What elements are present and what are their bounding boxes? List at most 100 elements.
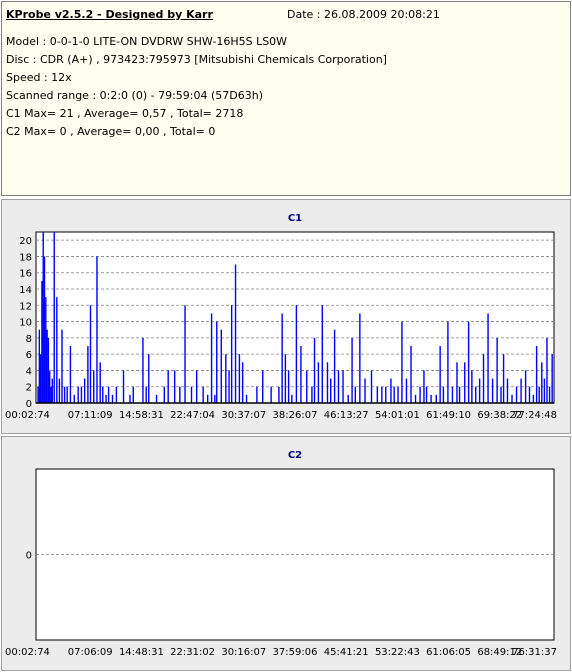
c-bar bbox=[467, 321, 470, 403]
c-bar bbox=[337, 370, 340, 403]
c-bar bbox=[478, 378, 481, 403]
y-tick-label: 10 bbox=[19, 318, 32, 329]
info-range: Scanned range : 0:2:0 (0) - 79:59:04 (57… bbox=[6, 89, 264, 102]
c-bar bbox=[37, 386, 39, 403]
x-tick-label: 30:16:07 bbox=[221, 647, 266, 658]
c-bar bbox=[220, 329, 222, 403]
x-tick-label: 76:31:37 bbox=[512, 647, 557, 658]
c-bar bbox=[442, 386, 445, 403]
c-bar bbox=[115, 386, 118, 403]
c-bar bbox=[425, 386, 428, 403]
c-bar bbox=[238, 354, 241, 403]
c-bar bbox=[216, 321, 218, 403]
c-bar bbox=[435, 394, 437, 403]
c-bar bbox=[528, 386, 531, 403]
c-bar bbox=[500, 386, 502, 403]
y-tick-label: 16 bbox=[19, 269, 32, 280]
c-bar bbox=[520, 378, 522, 403]
c-bar bbox=[148, 354, 150, 403]
info-model: Model : 0-0-1-0 LITE-ON DVDRW SHW-16H5S … bbox=[6, 35, 288, 48]
c-bar bbox=[132, 386, 134, 403]
c-bar bbox=[256, 386, 258, 403]
info-c1-stats: C1 Max= 21 , Average= 0,57 , Total= 2718 bbox=[6, 107, 244, 120]
c-bar bbox=[496, 337, 498, 403]
c-bar bbox=[278, 386, 280, 403]
c1-chart: C1 0 2 4 6 8 10 12 14 16 18 20 00:02:74 07:11:09 14:58… bbox=[5, 213, 557, 421]
info-disc: Disc : CDR (A+) , 973423:795973 [Mitsubi… bbox=[6, 53, 387, 66]
info-speed: Speed : 12x bbox=[6, 71, 72, 84]
c-bar bbox=[381, 386, 383, 403]
c-bar bbox=[390, 378, 392, 403]
scan-date: Date : 26.08.2009 20:08:21 bbox=[287, 8, 440, 21]
x-tick-label: 54:01:01 bbox=[375, 410, 420, 421]
c-bar bbox=[96, 256, 98, 403]
c-bar bbox=[464, 362, 466, 403]
c-bar bbox=[102, 386, 104, 403]
c-bar bbox=[69, 346, 72, 403]
c-bar bbox=[515, 386, 518, 403]
c-bar bbox=[511, 394, 513, 403]
c-bar bbox=[43, 256, 46, 403]
c-bar bbox=[230, 305, 233, 403]
c-bar bbox=[354, 386, 357, 403]
c-bar bbox=[245, 394, 248, 403]
c-bar bbox=[541, 362, 543, 403]
c-bar bbox=[42, 232, 44, 403]
c-bar bbox=[53, 232, 55, 403]
c-bar bbox=[228, 370, 230, 403]
c-bar bbox=[524, 370, 527, 403]
c-bar bbox=[306, 370, 308, 403]
c-bar bbox=[51, 378, 53, 403]
c-bar bbox=[39, 354, 42, 403]
c-bar bbox=[471, 370, 473, 403]
y-tick-label: 14 bbox=[19, 285, 32, 296]
x-tick-label: 53:22:43 bbox=[375, 647, 420, 658]
y-tick-label: 2 bbox=[26, 383, 32, 394]
c-bar bbox=[535, 346, 538, 403]
x-tick-label: 07:06:09 bbox=[68, 647, 113, 658]
x-tick-label: 00:02:74 bbox=[5, 410, 50, 421]
c-bar bbox=[202, 386, 204, 403]
c-bar bbox=[532, 394, 535, 403]
c-bar bbox=[122, 370, 125, 403]
c-bar bbox=[210, 313, 213, 403]
c-bar bbox=[295, 305, 298, 403]
c-bar bbox=[414, 394, 417, 403]
c-bar bbox=[300, 346, 302, 403]
c-bar bbox=[107, 386, 110, 403]
x-tick-label: 14:48:31 bbox=[119, 647, 164, 658]
c-bar bbox=[142, 337, 144, 403]
c-bar bbox=[195, 370, 198, 403]
c-bar bbox=[262, 370, 264, 403]
c-bar bbox=[93, 370, 95, 403]
x-tick-label: 22:31:02 bbox=[170, 647, 215, 658]
c-bar bbox=[458, 386, 461, 403]
c-bar bbox=[351, 337, 353, 403]
x-tick-label: 07:11:09 bbox=[68, 410, 113, 421]
c-bar bbox=[179, 386, 181, 403]
c-bar bbox=[423, 370, 425, 403]
c-bar bbox=[214, 394, 216, 403]
y-tick-label: 8 bbox=[26, 334, 32, 345]
x-tick-label: 37:59:06 bbox=[273, 647, 318, 658]
c-bar bbox=[317, 362, 320, 403]
c-bar bbox=[333, 329, 336, 403]
c-bar bbox=[155, 394, 158, 403]
c-bar bbox=[99, 362, 101, 403]
x-tick-label: 61:49:10 bbox=[426, 410, 471, 421]
x-tick-label: 77:24:48 bbox=[512, 410, 557, 421]
c-bar bbox=[167, 370, 169, 403]
c-bar bbox=[376, 386, 379, 403]
c-bar bbox=[456, 362, 458, 403]
c-bar bbox=[41, 280, 43, 403]
c-bar bbox=[397, 386, 399, 403]
c-bar bbox=[80, 386, 83, 403]
c-bar bbox=[330, 378, 332, 403]
c-bar bbox=[551, 354, 553, 403]
x-tick-label: 46:13:27 bbox=[324, 410, 369, 421]
c-bar bbox=[173, 370, 176, 403]
c-bar bbox=[546, 337, 548, 403]
c-bar bbox=[419, 386, 421, 403]
c-bar bbox=[364, 378, 366, 403]
c-bar bbox=[111, 394, 114, 403]
